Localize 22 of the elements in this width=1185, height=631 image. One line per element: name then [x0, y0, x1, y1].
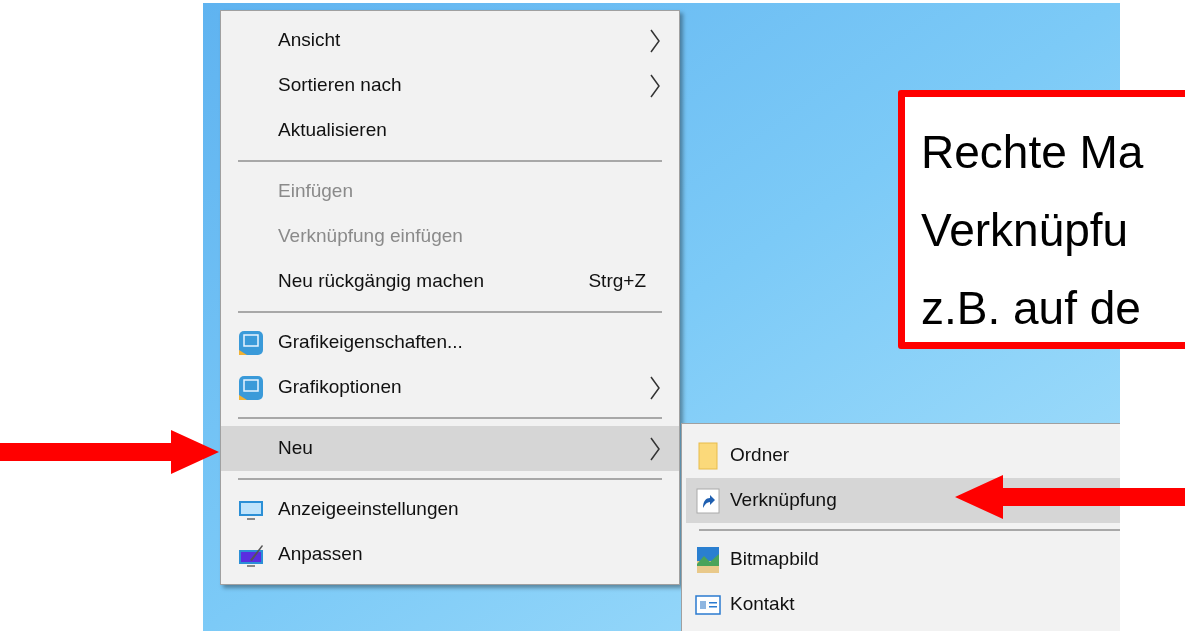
folder-icon — [697, 441, 719, 470]
menu-item[interactable]: Anzeigeeinstellungen — [221, 487, 679, 532]
menu-item[interactable]: Sortieren nach — [221, 63, 679, 108]
picture-icon — [696, 545, 720, 574]
menu-item[interactable]: Neu rückgängig machen Strg+Z — [221, 259, 679, 304]
menu-item[interactable]: Kontakt — [686, 582, 1120, 627]
callout-text: z.B. auf de — [921, 281, 1141, 336]
menu-item[interactable]: Neu — [221, 426, 679, 471]
monitor-app-icon — [237, 329, 264, 356]
callout-text: Rechte Ma — [921, 125, 1144, 180]
contact-card-icon — [695, 593, 721, 616]
menu-item[interactable]: Ansicht — [221, 18, 679, 63]
menu-item[interactable]: Aktualisieren — [221, 108, 679, 153]
shortcut-label: Strg+Z — [588, 269, 646, 294]
monitor-icon — [237, 498, 264, 521]
menu-item[interactable]: Grafikeigenschaften... — [221, 320, 679, 365]
callout-text: Verknüpfu — [921, 203, 1129, 258]
menu-item[interactable]: Ordner — [686, 433, 1120, 478]
menu-item[interactable]: Grafikoptionen — [221, 365, 679, 410]
monitor-app-icon — [237, 374, 264, 401]
menu-item[interactable]: Anpassen — [221, 532, 679, 577]
menu-item[interactable]: Bitmapbild — [686, 537, 1120, 582]
